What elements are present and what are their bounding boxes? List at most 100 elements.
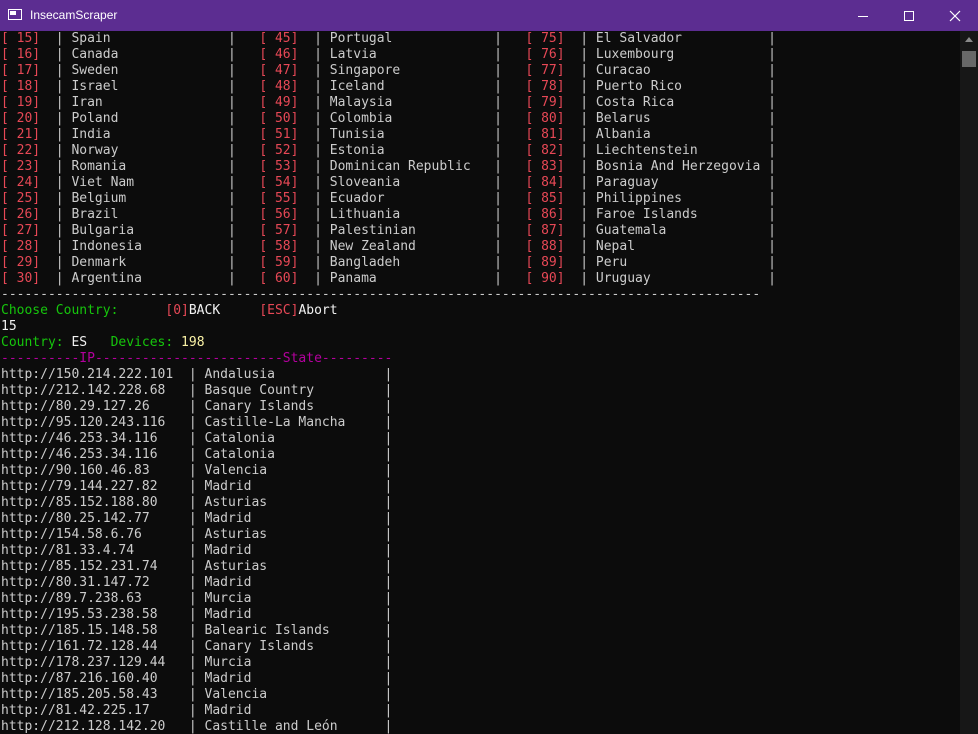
column-divider: | — [384, 367, 393, 382]
terminal-output[interactable]: [ 15] | Spain | [ 45] | Portugal | [ 75]… — [0, 31, 960, 734]
country-number: [ 24] — [1, 175, 41, 190]
country-number: [ 87] — [525, 223, 565, 238]
abort-key: [ESC] — [259, 303, 299, 318]
column-divider: | — [494, 255, 526, 270]
column-divider: | — [228, 159, 260, 174]
country-number: [ 76] — [525, 47, 565, 62]
country-number: [ 46] — [259, 47, 299, 62]
column-divider: | — [768, 191, 800, 206]
column-divider: | — [384, 527, 393, 542]
column-divider: | — [228, 175, 260, 190]
column-divider: | — [188, 639, 205, 654]
column-divider: | — [188, 671, 205, 686]
title-bar[interactable]: InsecamScraper — [0, 0, 978, 31]
country-number: [ 50] — [259, 111, 299, 126]
country-number: [ 27] — [1, 223, 41, 238]
country-name: Philippines — [595, 191, 769, 206]
column-divider: | — [768, 47, 800, 62]
column-divider: | — [494, 207, 526, 222]
column-divider: | — [228, 255, 260, 270]
camera-state: Asturias — [204, 495, 385, 510]
camera-state: Castille and León — [204, 719, 385, 734]
camera-ip-link: http://79.144.227.82 — [1, 479, 189, 494]
camera-ip-link: http://80.25.142.77 — [1, 511, 189, 526]
scrollbar-thumb[interactable] — [962, 51, 976, 67]
column-divider: | — [384, 415, 393, 430]
minimize-button[interactable] — [840, 0, 886, 31]
result-row: http://89.7.238.63 | Murcia | — [1, 591, 392, 607]
camera-ip-link: http://87.216.160.40 — [1, 671, 189, 686]
camera-ip-link: http://212.142.228.68 — [1, 383, 189, 398]
country-name: Bangladeh — [329, 255, 495, 270]
camera-state: Asturias — [204, 559, 385, 574]
column-divider: | — [298, 191, 330, 206]
column-divider: | — [384, 511, 393, 526]
country-number: [ 23] — [1, 159, 41, 174]
camera-state: Asturias — [204, 527, 385, 542]
camera-state: Catalonia — [204, 447, 385, 462]
result-row: http://87.216.160.40 | Madrid | — [1, 671, 392, 687]
country-row: [ 22] | Norway | [ 52] | Estonia | [ 82]… — [1, 143, 799, 159]
result-row: http://95.120.243.116 | Castille-La Manc… — [1, 415, 392, 431]
country-name: Denmark — [71, 255, 228, 270]
column-divider: | — [494, 31, 526, 46]
column-divider: | — [188, 687, 205, 702]
result-row: http://90.160.46.83 | Valencia | — [1, 463, 392, 479]
column-divider: | — [188, 559, 205, 574]
camera-state: Basque Country — [204, 383, 385, 398]
camera-state: Castille-La Mancha — [204, 415, 385, 430]
country-row: [ 28] | Indonesia | [ 58] | New Zealand … — [1, 239, 799, 255]
country-name: Argentina — [71, 271, 228, 286]
column-divider: | — [768, 95, 800, 110]
maximize-button[interactable] — [886, 0, 932, 31]
column-divider: | — [298, 63, 330, 78]
column-divider: | — [564, 271, 596, 286]
column-divider: | — [298, 159, 330, 174]
column-divider: | — [384, 719, 393, 734]
result-row: http://212.142.228.68 | Basque Country | — [1, 383, 392, 399]
vertical-scrollbar[interactable] — [960, 31, 978, 734]
header-rule: ---------- — [1, 351, 80, 366]
country-row: [ 16] | Canada | [ 46] | Latvia | [ 76] … — [1, 47, 799, 63]
camera-state: Madrid — [204, 671, 385, 686]
country-number: [ 84] — [525, 175, 565, 190]
column-divider: | — [564, 111, 596, 126]
camera-ip-link: http://80.31.147.72 — [1, 575, 189, 590]
result-row: http://195.53.238.58 | Madrid | — [1, 607, 392, 623]
column-divider: | — [228, 143, 260, 158]
country-number: [ 15] — [1, 31, 41, 46]
country-number: [ 22] — [1, 143, 41, 158]
country-number: [ 57] — [259, 223, 299, 238]
state-header: State — [282, 351, 322, 366]
country-name: Israel — [71, 79, 228, 94]
country-name: Belgium — [71, 191, 228, 206]
camera-ip-link: http://185.205.58.43 — [1, 687, 189, 702]
country-name: Canada — [71, 47, 228, 62]
column-divider: | — [188, 479, 205, 494]
separator: ----------------------------------------… — [1, 287, 761, 302]
country-number: [ 88] — [525, 239, 565, 254]
column-divider: | — [188, 591, 205, 606]
country-name: Viet Nam — [71, 175, 228, 190]
country-number: [ 53] — [259, 159, 299, 174]
column-divider: | — [494, 223, 526, 238]
results-header: ----------IP------------------------Stat… — [1, 351, 392, 367]
column-divider: | — [384, 383, 393, 398]
column-divider: | — [564, 47, 596, 62]
column-divider: | — [768, 31, 800, 46]
column-divider: | — [384, 703, 393, 718]
chevron-up-icon[interactable] — [965, 37, 973, 42]
column-divider: | — [298, 255, 330, 270]
country-number: [ 52] — [259, 143, 299, 158]
column-divider: | — [384, 655, 393, 670]
ip-header: IP — [79, 351, 95, 366]
column-divider: | — [768, 223, 800, 238]
column-divider: | — [188, 463, 205, 478]
column-divider: | — [384, 431, 393, 446]
country-number: [ 83] — [525, 159, 565, 174]
camera-ip-link: http://46.253.34.116 — [1, 447, 189, 462]
column-divider: | — [298, 79, 330, 94]
column-divider: | — [188, 447, 205, 462]
close-button[interactable] — [932, 0, 978, 31]
country-row: [ 18] | Israel | [ 48] | Iceland | [ 78]… — [1, 79, 799, 95]
